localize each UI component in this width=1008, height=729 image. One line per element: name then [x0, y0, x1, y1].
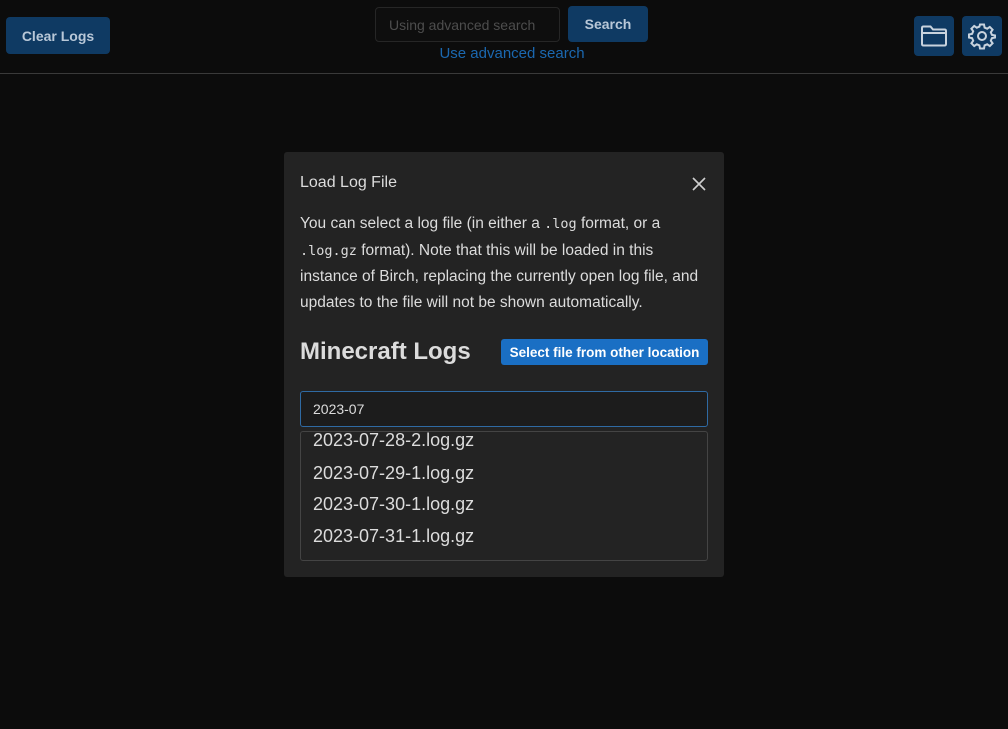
close-button[interactable]	[689, 174, 709, 194]
load-log-file-dialog: Load Log File You can select a log file …	[284, 152, 724, 577]
list-item[interactable]: 2023-07-28-2.log.gz	[313, 432, 474, 451]
advanced-search-link[interactable]: Use advanced search	[438, 45, 586, 62]
list-item[interactable]: 2023-07-30-1.log.gz	[313, 494, 474, 515]
list-item[interactable]: 2023-07-31-1.log.gz	[313, 526, 474, 547]
settings-button[interactable]	[962, 16, 1002, 56]
close-icon	[692, 177, 706, 191]
log-gz-extension-code: .log.gz	[300, 242, 357, 259]
gear-icon	[968, 23, 996, 50]
search-input[interactable]	[375, 7, 560, 42]
dialog-description: You can select a log file (in either a .…	[300, 215, 699, 312]
clear-logs-button[interactable]: Clear Logs	[6, 17, 110, 54]
dialog-title: Load Log File	[300, 174, 397, 191]
search-button[interactable]: Search	[568, 6, 648, 42]
file-filter-input[interactable]	[300, 391, 708, 427]
folder-icon	[921, 25, 947, 47]
list-item[interactable]: 2023-07-29-1.log.gz	[313, 463, 474, 484]
select-other-location-button[interactable]: Select file from other location	[501, 339, 708, 365]
top-toolbar: Clear Logs Search Use advanced search	[0, 0, 1008, 74]
minecraft-logs-heading: Minecraft Logs	[300, 338, 471, 365]
open-folder-button[interactable]	[914, 16, 954, 56]
log-extension-code: .log	[544, 216, 577, 232]
file-list[interactable]: 2023-07-28-2.log.gz 2023-07-29-1.log.gz …	[300, 431, 708, 561]
